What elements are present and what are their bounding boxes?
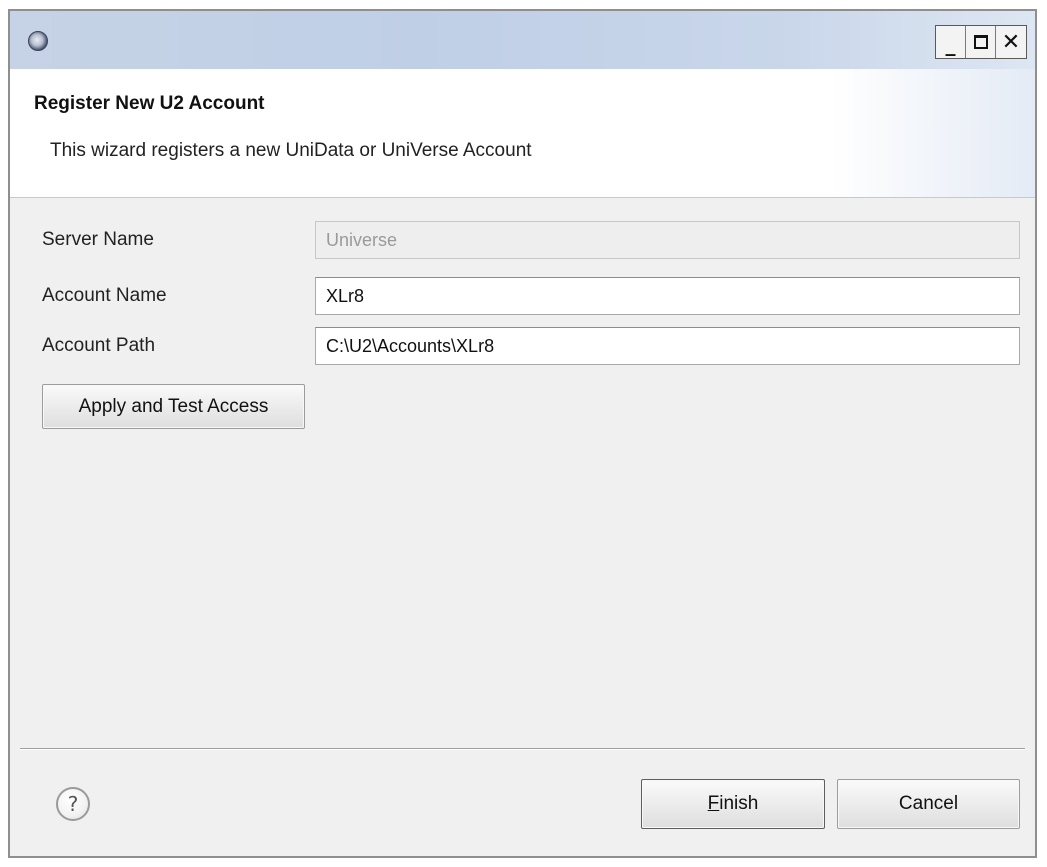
maximize-button[interactable] (966, 26, 996, 58)
register-account-dialog: _ ✕ Register New U2 Account This wizard … (8, 9, 1037, 858)
title-bar[interactable]: _ ✕ (10, 11, 1035, 70)
finish-mnemonic: F (707, 793, 720, 814)
finish-label-rest: inish (719, 793, 759, 814)
account-name-field[interactable] (315, 277, 1020, 315)
server-name-row: Server Name (10, 221, 1035, 261)
footer-separator (20, 748, 1025, 750)
account-name-row: Account Name (10, 277, 1035, 317)
question-mark-icon[interactable]: ? (56, 787, 90, 821)
finish-button-label: Finish (708, 793, 759, 815)
server-name-field (315, 221, 1020, 259)
wizard-description: This wizard registers a new UniData or U… (50, 140, 532, 161)
finish-button[interactable]: Finish (641, 779, 825, 829)
account-path-field[interactable] (315, 327, 1020, 365)
account-name-label: Account Name (42, 285, 167, 306)
eclipse-app-icon (28, 31, 48, 51)
account-path-row: Account Path (10, 327, 1035, 367)
maximize-icon (973, 35, 988, 49)
server-name-label: Server Name (42, 229, 154, 250)
cancel-button[interactable]: Cancel (837, 779, 1020, 829)
close-button[interactable]: ✕ (996, 26, 1026, 58)
account-path-label: Account Path (42, 335, 156, 356)
wizard-header: Register New U2 Account This wizard regi… (10, 69, 1035, 198)
wizard-title: Register New U2 Account (34, 93, 265, 114)
minimize-button[interactable]: _ (936, 26, 966, 58)
apply-and-test-access-button[interactable]: Apply and Test Access (42, 384, 305, 429)
window-controls: _ ✕ (935, 25, 1027, 59)
